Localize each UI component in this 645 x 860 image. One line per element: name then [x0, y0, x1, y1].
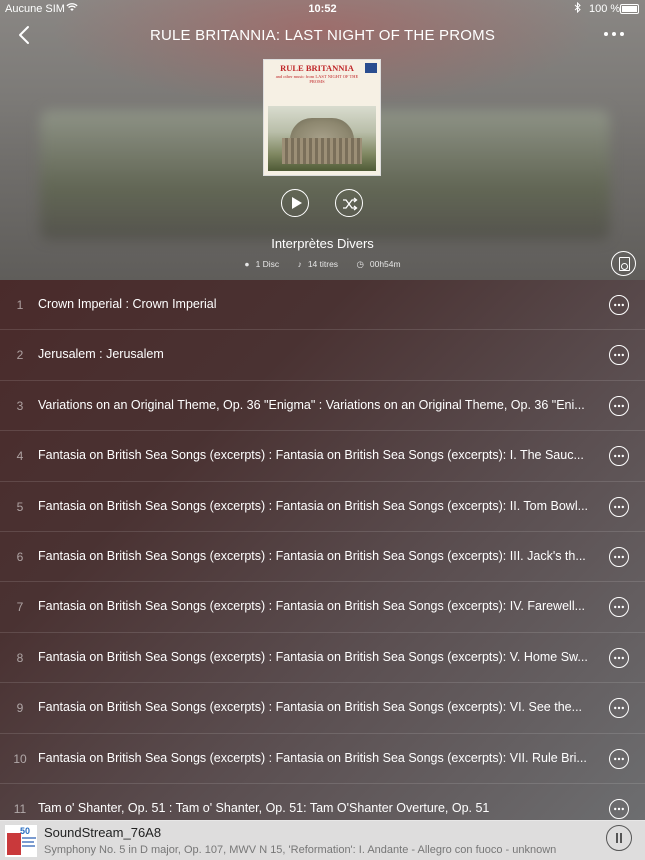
- track-options-button[interactable]: [609, 295, 629, 315]
- artwork-line: [22, 837, 36, 839]
- cover-dome: [290, 118, 354, 140]
- track-options-button[interactable]: [609, 748, 629, 769]
- more-horizontal-icon: [614, 505, 624, 508]
- output-device-name: SoundStream_76A8: [44, 825, 162, 840]
- track-title: Fantasia on British Sea Songs (excerpts)…: [38, 750, 587, 765]
- more-horizontal-icon: [614, 606, 624, 609]
- track-row[interactable]: 2 Jerusalem : Jerusalem: [0, 330, 645, 381]
- track-row[interactable]: 9 Fantasia on British Sea Songs (excerpts…: [0, 683, 645, 734]
- track-row[interactable]: 8 Fantasia on British Sea Songs (excerpts…: [0, 633, 645, 684]
- more-horizontal-icon: [614, 404, 624, 407]
- more-horizontal-icon: [614, 757, 624, 760]
- more-horizontal-icon: [614, 354, 624, 357]
- more-horizontal-icon: [614, 454, 624, 458]
- track-number: 5: [16, 499, 24, 514]
- track-count-label: 14 titres: [307, 259, 339, 269]
- more-horizontal-icon: [614, 807, 624, 811]
- more-horizontal-icon: [614, 555, 624, 559]
- track-options-button[interactable]: [609, 597, 629, 618]
- battery-percent: 100 %: [589, 3, 621, 15]
- track-number: 3: [16, 398, 24, 413]
- track-title: Jerusalem : Jerusalem: [38, 347, 164, 362]
- artist-name: Interprètes Divers: [271, 236, 374, 251]
- track-row[interactable]: 10 Fantasia on British Sea Songs (excerpt…: [0, 734, 645, 784]
- track-options-button[interactable]: [609, 345, 629, 366]
- battery-icon: [620, 4, 639, 14]
- track-number: 6: [16, 550, 24, 564]
- track-title: Fantasia on British Sea Songs (excerpts)…: [38, 498, 589, 513]
- artwork-label: 50: [20, 826, 31, 836]
- track-title: Fantasia on British Sea Songs (excerpts)…: [38, 599, 586, 614]
- clock-icon: ◷: [356, 259, 364, 269]
- page-title: RULE BRITANNIA: LAST NIGHT OF THE PROMS: [149, 27, 496, 44]
- track-options-button[interactable]: [609, 799, 629, 819]
- shuffle-button[interactable]: [335, 189, 363, 217]
- track-number: 7: [16, 600, 24, 615]
- track-options-button[interactable]: [609, 446, 629, 467]
- duration: ◷ 00h54m: [352, 259, 404, 269]
- more-horizontal-icon: [614, 706, 624, 710]
- track-options-button[interactable]: [609, 547, 629, 567]
- track-number: 11: [13, 802, 27, 816]
- track-number: 10: [13, 751, 27, 766]
- artwork-red-block: [7, 833, 21, 855]
- album-meta: ● 1 Disc ♪ 14 titres ◷ 00h54m: [0, 259, 645, 270]
- mini-player-artwork: 50: [4, 824, 38, 858]
- more-horizontal-icon: [604, 32, 624, 36]
- track-row[interactable]: 11 Tam o' Shanter, Op. 51 : Tam o' Shante…: [0, 784, 645, 820]
- chevron-left-icon: [19, 26, 29, 44]
- back-button[interactable]: [14, 24, 36, 46]
- disc-icon: ●: [244, 259, 250, 269]
- track-row[interactable]: 3 Variations on an Original Theme, Op. 36…: [0, 381, 645, 432]
- disc-count: ● 1 Disc: [240, 259, 283, 269]
- track-row[interactable]: 7 Fantasia on British Sea Songs (excerpts…: [0, 582, 645, 633]
- track-row[interactable]: 4 Fantasia on British Sea Songs (excerpts…: [0, 431, 645, 482]
- track-options-button[interactable]: [609, 698, 629, 719]
- now-playing-title: Symphony No. 5 in D major, Op. 107, MWV …: [44, 844, 557, 856]
- track-title: Fantasia on British Sea Songs (excerpts)…: [38, 649, 588, 664]
- album-cover: RULE BRITANNIA and other music from LAST…: [263, 59, 381, 176]
- artwork-line: [22, 841, 34, 843]
- disc-count-label: 1 Disc: [255, 259, 280, 269]
- more-horizontal-icon: [614, 656, 624, 659]
- track-options-button[interactable]: [609, 496, 629, 517]
- track-row[interactable]: 1 Crown Imperial : Crown Imperial: [0, 280, 645, 331]
- track-number: 9: [16, 701, 24, 716]
- track-options-button[interactable]: [609, 647, 629, 668]
- track-list: 1 Crown Imperial : Crown Imperial 2 Jerusal…: [0, 280, 645, 820]
- track-title: Tam o' Shanter, Op. 51 : Tam o' Shanter,…: [38, 801, 490, 815]
- track-number: 2: [16, 348, 24, 363]
- bluetooth-icon: [574, 1, 581, 16]
- track-title: Variations on an Original Theme, Op. 36 …: [38, 397, 585, 412]
- track-count: ♪ 14 titres: [294, 259, 343, 269]
- cover-subtitle: and other music from LAST NIGHT OF THE P…: [275, 74, 359, 84]
- track-row[interactable]: 6 Fantasia on British Sea Songs (excerpts…: [0, 532, 645, 583]
- play-button[interactable]: [281, 189, 309, 217]
- music-note-icon: ♪: [297, 259, 302, 269]
- track-number: 1: [16, 298, 24, 312]
- label-logo: [365, 63, 377, 73]
- track-title: Fantasia on British Sea Songs (excerpts)…: [38, 549, 586, 563]
- track-title: Fantasia on British Sea Songs (excerpts)…: [38, 700, 583, 715]
- track-options-button[interactable]: [609, 395, 629, 416]
- track-title: Fantasia on British Sea Songs (excerpts)…: [38, 448, 584, 463]
- artwork-line: [22, 845, 35, 847]
- more-horizontal-icon: [614, 303, 624, 307]
- track-number: 8: [16, 650, 24, 665]
- speaker-button[interactable]: [611, 251, 636, 276]
- more-button[interactable]: [600, 26, 628, 42]
- status-bar: Aucune SIM 10:52 100 %: [0, 0, 645, 18]
- track-title: Crown Imperial : Crown Imperial: [38, 297, 217, 311]
- track-row[interactable]: 5 Fantasia on British Sea Songs (excerpts…: [0, 482, 645, 532]
- mini-player[interactable]: 50 SoundStream_76A8 Symphony No. 5 in D …: [0, 820, 645, 860]
- track-number: 4: [16, 449, 24, 464]
- duration-label: 00h54m: [369, 259, 401, 269]
- shuffle-icon: [343, 197, 358, 211]
- cover-hall: [282, 138, 362, 164]
- cover-title: RULE BRITANNIA: [280, 63, 354, 73]
- clock: 10:52: [308, 3, 337, 15]
- pause-button[interactable]: [606, 825, 632, 851]
